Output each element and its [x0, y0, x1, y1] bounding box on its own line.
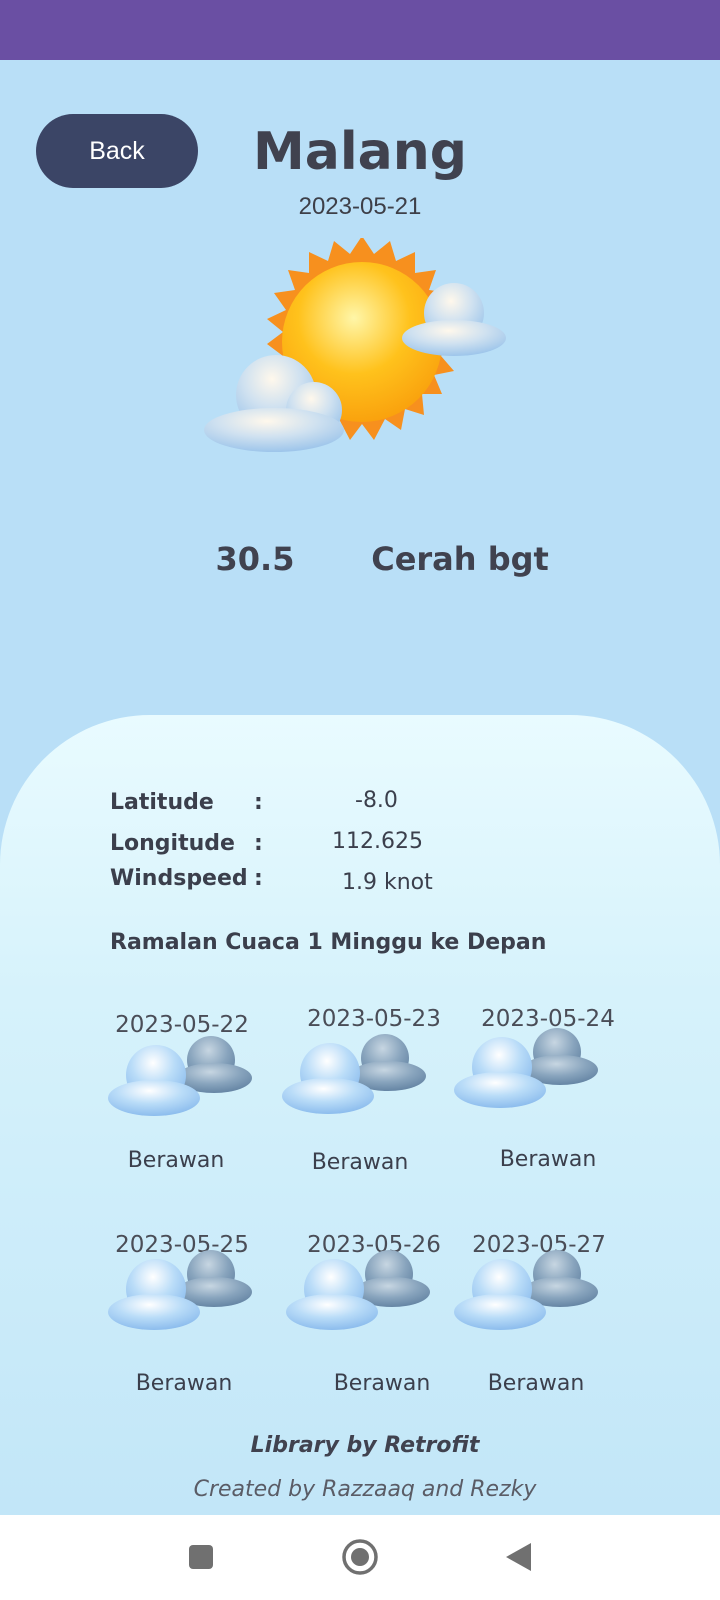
cloudy-icon: [282, 1034, 426, 1114]
author-credit: Created by Razzaaq and Rezky: [193, 1477, 537, 1502]
cloudy-icon: [108, 1250, 252, 1330]
forecast-condition: Berawan: [487, 1371, 585, 1396]
cloudy-icon: [454, 1250, 598, 1330]
windspeed-colon: :: [254, 866, 263, 891]
current-date: 2023-05-21: [298, 193, 422, 220]
latitude-label: Latitude: [110, 790, 214, 815]
forecast-condition: Berawan: [127, 1148, 225, 1173]
home-button[interactable]: [338, 1535, 382, 1579]
back-button[interactable]: Back: [36, 114, 198, 188]
latitude-value: -8.0: [355, 788, 398, 813]
temperature-value: 30.5: [215, 540, 295, 578]
home-circle-icon: [342, 1539, 378, 1575]
longitude-value: 112.625: [332, 829, 423, 854]
forecast-condition: Berawan: [499, 1147, 597, 1172]
cloudy-icon: [286, 1250, 430, 1330]
forecast-heading: Ramalan Cuaca 1 Minggu ke Depan: [110, 930, 547, 955]
forecast-condition: Berawan: [135, 1371, 233, 1396]
square-icon: [189, 1545, 213, 1569]
windspeed-value: 1.9 knot: [342, 870, 433, 895]
cloudy-icon: [454, 1028, 598, 1108]
longitude-label: Longitude: [110, 831, 235, 856]
condition-text: Cerah bgt: [371, 540, 549, 578]
longitude-colon: :: [254, 831, 263, 856]
windspeed-label: Windspeed: [110, 866, 248, 891]
forecast-condition: Berawan: [311, 1150, 409, 1175]
city-title: Malang: [253, 122, 467, 182]
cloudy-icon: [108, 1036, 252, 1116]
forecast-condition: Berawan: [333, 1371, 431, 1396]
navigation-bar: [0, 1515, 720, 1600]
status-bar: [0, 0, 720, 60]
latitude-colon: :: [254, 790, 263, 815]
back-triangle-icon: [506, 1543, 531, 1571]
back-nav-button[interactable]: [496, 1535, 540, 1579]
sun-cloud-icon: [204, 238, 506, 452]
library-credit: Library by Retrofit: [250, 1433, 480, 1458]
recent-apps-button[interactable]: [179, 1535, 223, 1579]
